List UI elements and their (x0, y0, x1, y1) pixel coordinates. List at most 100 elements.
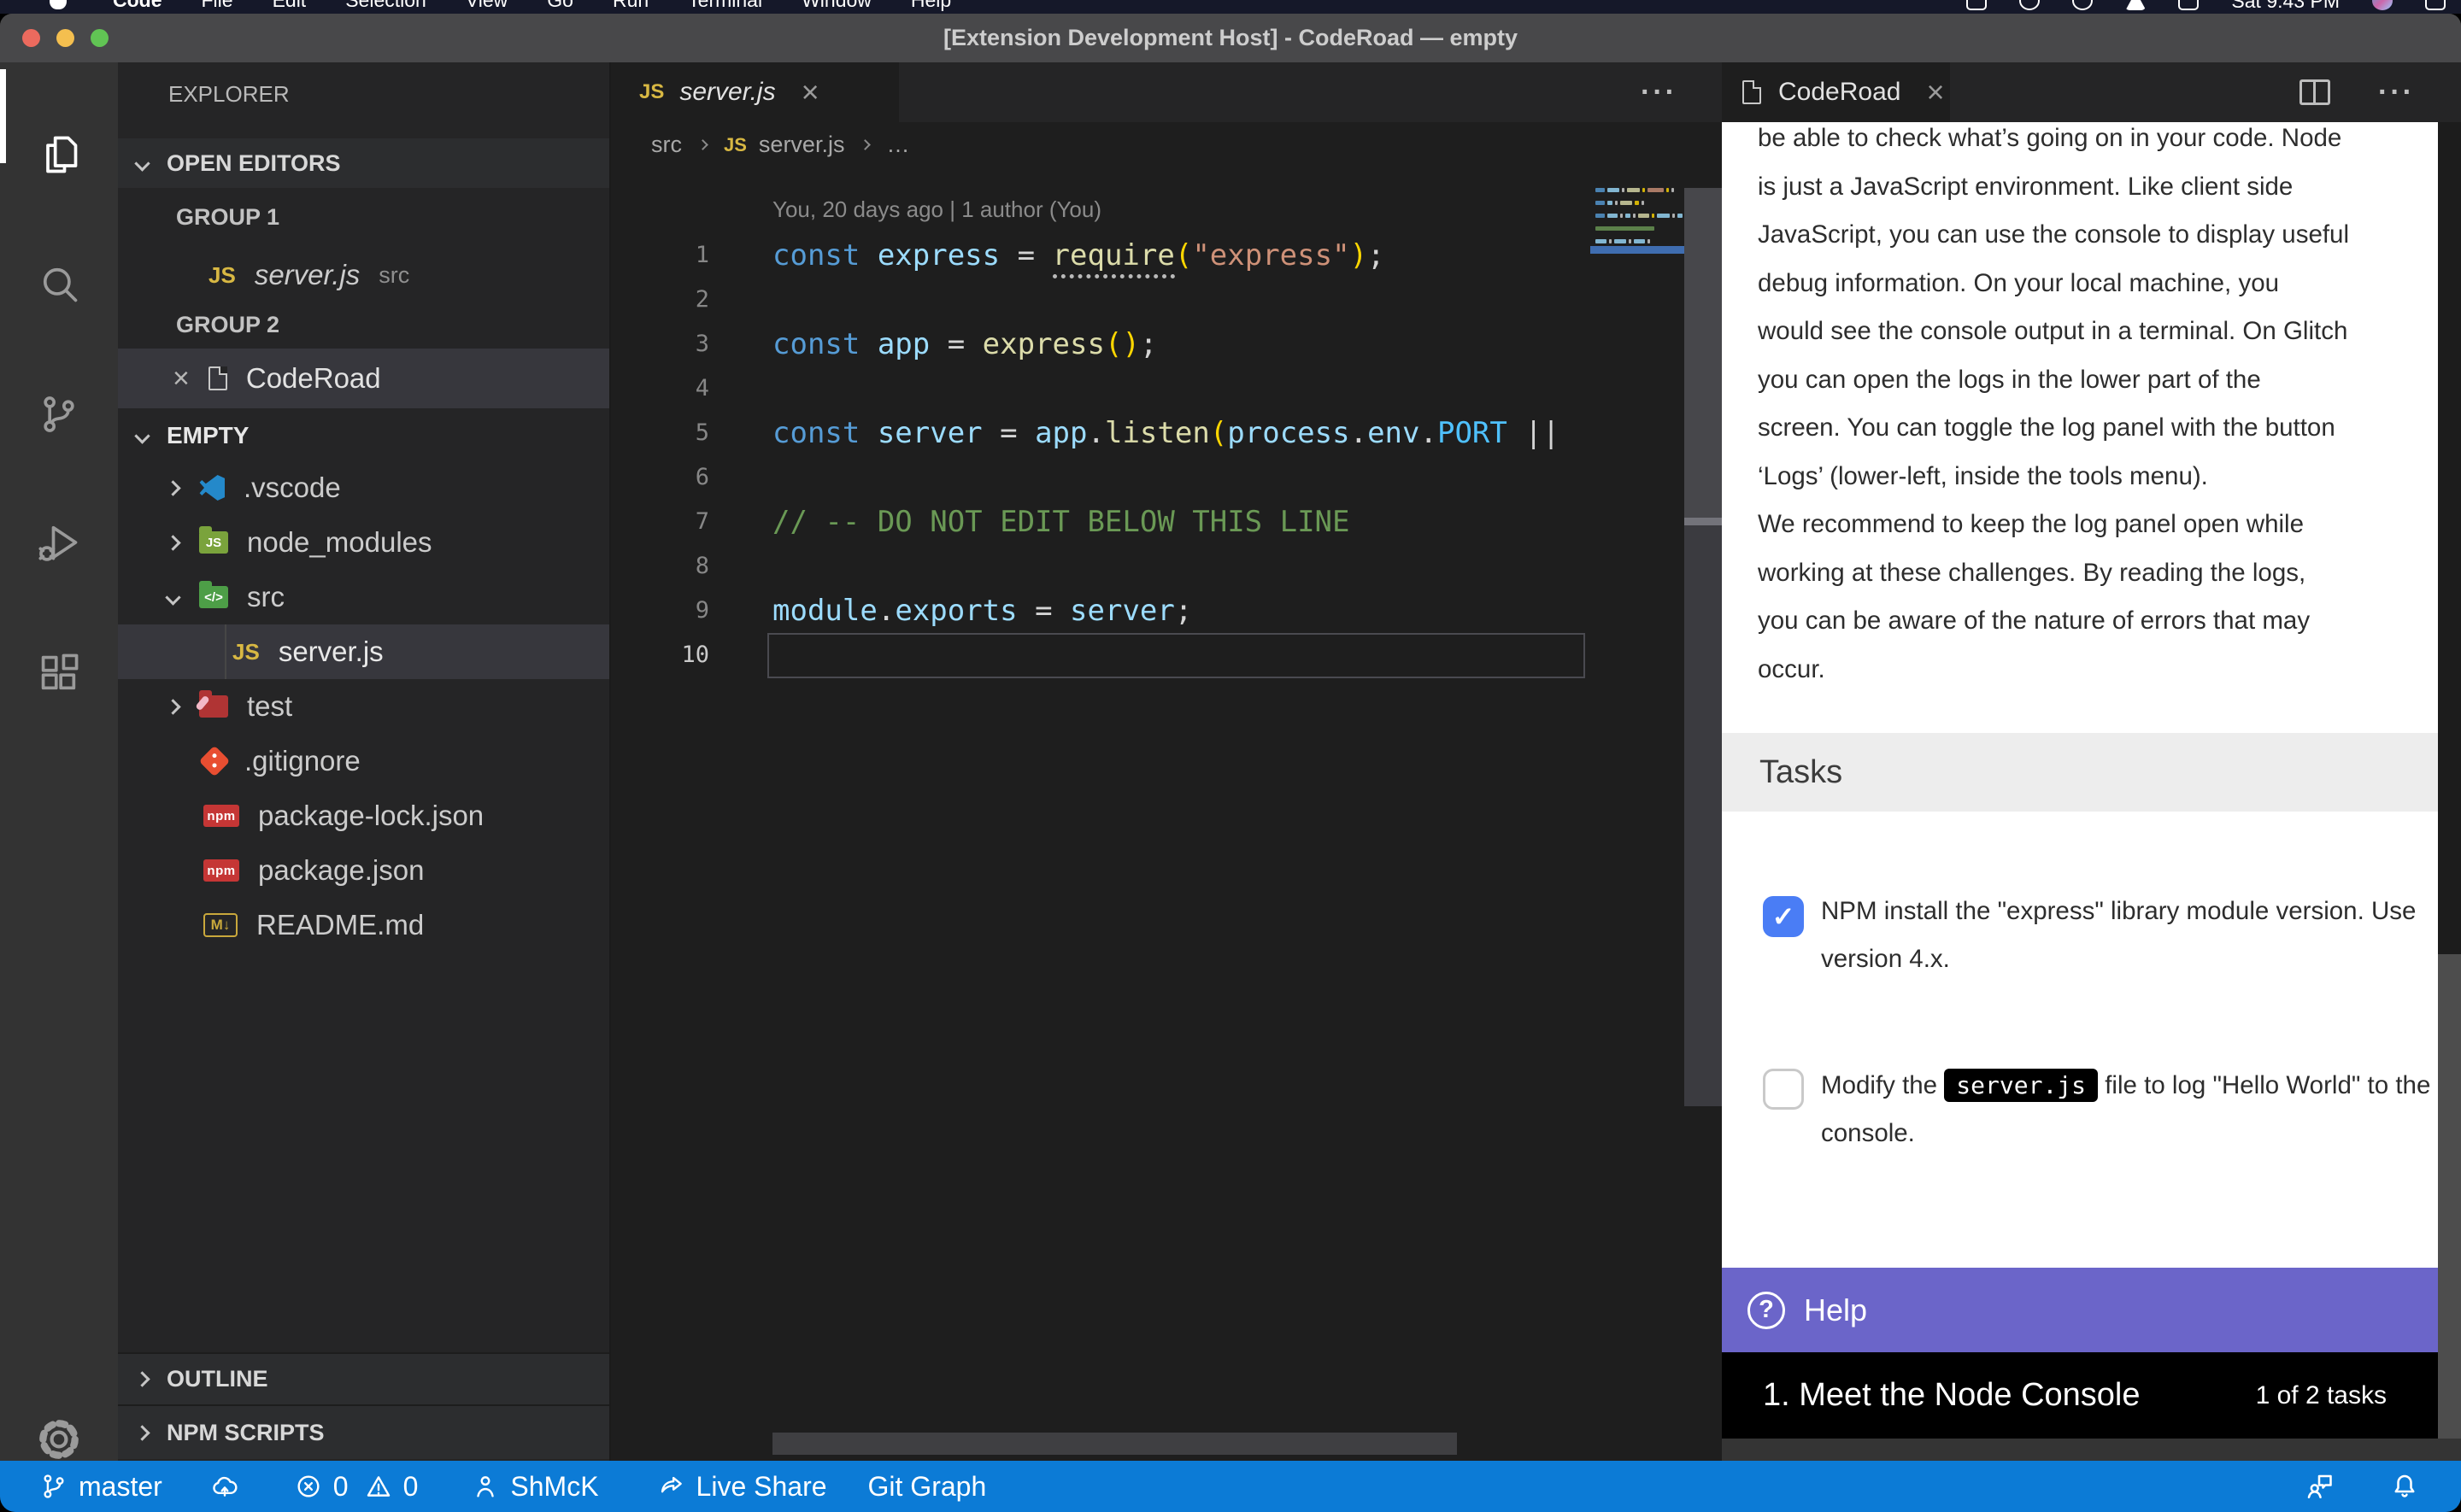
panel-actions-more-icon[interactable]: ··· (2378, 76, 2415, 109)
control-center-icon[interactable] (2425, 0, 2446, 10)
display-icon[interactable] (1966, 0, 1987, 10)
menu-code[interactable]: Code (113, 0, 162, 14)
activity-search[interactable] (0, 237, 118, 331)
open-editor-coderoad[interactable]: × CodeRoad (118, 349, 609, 408)
status-live-share[interactable]: Live Share (657, 1471, 827, 1503)
code-token: app (1035, 416, 1087, 450)
line-number: 8 (611, 544, 709, 589)
status-master[interactable]: master (39, 1471, 162, 1503)
code-token: . (1350, 416, 1367, 450)
menu-window[interactable]: Window (802, 0, 872, 14)
tree-item-test[interactable]: test (118, 679, 609, 734)
tree-item-label: .vscode (244, 472, 341, 504)
split-editor-icon[interactable] (2299, 79, 2330, 105)
editor-actions-more-icon[interactable]: ··· (1641, 76, 1677, 109)
minimap-seg (1625, 214, 1630, 218)
breadcrumb-src[interactable]: src (651, 132, 682, 158)
section-npm-scripts[interactable]: NPM SCRIPTS (118, 1404, 609, 1459)
status-bell[interactable] (2389, 1471, 2430, 1502)
activity-explorer[interactable] (0, 108, 118, 202)
status-label: Live Share (696, 1471, 827, 1503)
menu-terminal[interactable]: Terminal (688, 0, 762, 14)
tab-coderoad[interactable]: CodeRoad × (1722, 62, 1950, 122)
horizontal-scrollbar[interactable] (772, 1433, 1457, 1455)
tree-item--gitignore[interactable]: .gitignore (118, 734, 609, 788)
minimap-seg (1609, 239, 1612, 243)
close-tab-icon[interactable]: × (802, 74, 819, 110)
menu-help[interactable]: Help (911, 0, 951, 14)
status-cloud[interactable] (210, 1472, 250, 1501)
breadcrumb-serverjs[interactable]: server.js (759, 132, 845, 158)
webview-scrollbar-track[interactable] (2438, 122, 2461, 954)
code-editor[interactable]: You, 20 days ago | 1 author (You) 1const… (611, 167, 1722, 1461)
menu-selection[interactable]: Selection (345, 0, 426, 14)
open-editor-serverjs[interactable]: JS server.js src (118, 246, 609, 304)
section-workspace-empty[interactable]: EMPTY (118, 408, 609, 463)
gear-icon (35, 1415, 83, 1463)
file-icon (1742, 80, 1761, 104)
tree-item-label: server.js (279, 636, 384, 668)
status-feedback[interactable] (2304, 1471, 2345, 1502)
src-folder-icon: </> (199, 586, 228, 608)
editor-scrollbar[interactable] (1684, 167, 1722, 1461)
apple-menu-icon[interactable] (50, 0, 67, 9)
webview-scrollbar-thumb[interactable] (2438, 954, 2461, 1439)
lesson-text-line: be able to check what’s going on in your… (1758, 122, 2441, 163)
close-icon[interactable]: × (173, 364, 190, 393)
tree-item-readme-md[interactable]: M↓README.md (118, 898, 609, 952)
privacy-icon[interactable] (2072, 0, 2093, 10)
section-outline[interactable]: OUTLINE (118, 1352, 609, 1404)
tree-item-node-modules[interactable]: JSnode_modules (118, 515, 609, 570)
minimap-line (1595, 188, 1674, 192)
checkbox-unchecked[interactable] (1763, 1069, 1804, 1110)
activity-run-debug[interactable] (0, 495, 118, 589)
status-shmck[interactable]: ShMcK (471, 1471, 598, 1503)
chevron-right-icon (165, 699, 180, 714)
activity-extensions[interactable] (0, 626, 118, 720)
editor-tab-bar: JS server.js × ··· (611, 62, 1722, 122)
close-tab-icon[interactable]: × (1926, 74, 1944, 110)
battery-icon[interactable] (2178, 0, 2199, 10)
checkbox-checked[interactable]: ✓ (1763, 896, 1804, 937)
tree-item-src[interactable]: </>src (118, 570, 609, 624)
tree-item-package-lock-json[interactable]: npmpackage-lock.json (118, 788, 609, 843)
tree-item-package-json[interactable]: npmpackage.json (118, 843, 609, 898)
section-open-editors[interactable]: OPEN EDITORS (118, 138, 609, 188)
markdown-file-icon: M↓ (203, 913, 238, 937)
code-token: server (1070, 594, 1175, 628)
minimap[interactable] (1590, 167, 1684, 1461)
shield-icon[interactable] (2019, 0, 2040, 10)
status-git-graph[interactable]: Git Graph (868, 1471, 987, 1503)
menu-run[interactable]: Run (613, 0, 649, 14)
menu-file[interactable]: File (202, 0, 233, 14)
breadcrumb-symbol[interactable]: … (886, 132, 909, 158)
code-token: const (772, 416, 878, 450)
status-label: ShMcK (510, 1471, 598, 1503)
gitlens-annotation[interactable]: You, 20 days ago | 1 author (You) (772, 196, 1101, 222)
scrollbar-thumb-bottom[interactable] (1684, 525, 1722, 1106)
siri-icon[interactable] (2372, 0, 2393, 10)
tab-serverjs[interactable]: JS server.js × (611, 62, 899, 122)
play-icon[interactable] (2125, 0, 2146, 10)
scrollbar-thumb-top[interactable] (1684, 188, 1722, 518)
menu-edit[interactable]: Edit (273, 0, 307, 14)
tree-item-server-js[interactable]: JSserver.js (118, 624, 609, 679)
tree-item--vscode[interactable]: .vscode (118, 460, 609, 515)
js-file-icon: JS (639, 80, 664, 104)
minimap-seg (1620, 214, 1623, 218)
code-token: = (1018, 594, 1070, 628)
error-icon (294, 1472, 323, 1501)
minimap-seg (1648, 239, 1650, 243)
scrollbar-divider[interactable] (1684, 518, 1722, 525)
lesson-footer: 1. Meet the Node Console 1 of 2 tasks (1722, 1352, 2438, 1439)
help-section[interactable]: ? Help (1722, 1268, 2438, 1352)
activity-source-control[interactable] (0, 367, 118, 461)
breadcrumb[interactable]: src JS server.js … (611, 122, 1722, 167)
clock-label[interactable]: Sat 9:43 PM (2231, 0, 2340, 13)
minimap-seg (1635, 201, 1638, 205)
status-label: 0 (333, 1471, 349, 1503)
menu-go[interactable]: Go (547, 0, 573, 14)
code-token: express (878, 238, 1000, 273)
status-0[interactable]: 00 (294, 1471, 419, 1503)
menu-view[interactable]: View (466, 0, 508, 14)
